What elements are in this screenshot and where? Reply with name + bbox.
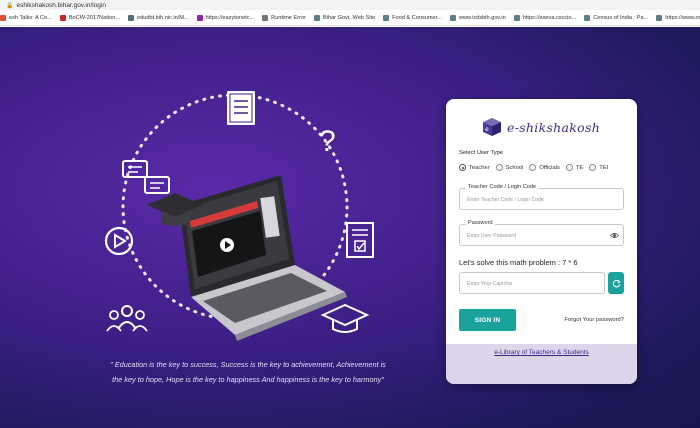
forgot-password-link[interactable]: Forgot Your password? [564,317,624,323]
radio-label: TEI [599,164,609,171]
bookmark-item[interactable]: BoCW-2017Nation... [59,14,121,21]
password-field[interactable]: Password Enter User Password [459,220,624,246]
bookmark-favicon-icon [449,14,456,21]
user-type-label: Select User Type [459,150,504,156]
bookmark-label: Census of India : Pa... [593,14,649,21]
bookmark-item[interactable]: esh Talks: A Co... [0,14,52,21]
bookmark-label: Food & Consumer... [392,14,442,21]
refresh-captcha-button[interactable] [608,272,624,294]
bookmark-favicon-icon [59,14,66,21]
user-type-radio-tei[interactable]: TEI [589,164,608,171]
bookmark-favicon-icon [128,14,135,21]
users-icon [106,305,148,332]
user-type-radio-group: Teacher School Officials TE TEI [459,164,614,171]
bookmark-favicon-icon [513,14,520,21]
user-type-radio-te[interactable]: TE [565,164,584,171]
document-icon [227,91,255,125]
quote-line-2: the key to hope, Hope is the key to happ… [112,375,384,384]
bookmark-favicon-icon [584,14,591,21]
checklist-icon [346,222,374,258]
lock-icon: 🔒 [6,2,14,9]
bookmarks-bar: esh Talks: A Co... BoCW-2017Nation... edud… [0,10,700,26]
bookmark-label: BoCW-2017Nation... [68,14,121,21]
math-captcha-prompt: Let's solve this math problem : 7 * 6 [459,258,578,267]
radio-label: Officials [539,164,560,171]
hero-section: ? " Education is the key to success, Suc… [0,27,700,428]
bookmark-favicon-icon [313,14,320,21]
bookmark-item[interactable]: edudbt.bih.nic.in/M... [128,14,189,21]
library-footer: e-Library of Teachers & Students [446,344,637,384]
e-library-link[interactable]: e-Library of Teachers & Students [494,349,589,356]
radio-button[interactable] [529,164,537,171]
motivational-quote: " Education is the key to success, Succe… [98,357,398,387]
password-placeholder: Enter User Password [467,233,517,239]
bookmark-label: www.icdsbih.gov.in [458,14,506,21]
bookmark-favicon-icon [196,14,203,21]
bookmark-label: https://www.online... [665,14,700,21]
sign-in-button[interactable]: SIGN IN [459,309,516,331]
bookmark-item[interactable]: www.icdsbih.gov.in [449,14,506,21]
captcha-placeholder: Enter Your Captcha [467,281,512,287]
bookmark-label: https://eseva.csccio... [522,14,577,21]
teacher-code-placeholder: Enter Teacher Code / Login Code [467,197,544,203]
password-label: Password [466,220,495,226]
bookmark-favicon-icon [0,14,6,21]
radio-button[interactable] [495,164,503,171]
brand-name: e-shikshakosh [507,119,601,135]
bookmark-item[interactable]: Food & Consumer... [383,14,442,21]
eye-icon[interactable] [610,231,619,240]
radio-label: TE [575,164,584,171]
svg-text:e: e [485,126,489,133]
laptop-education-illustration: ? [104,91,374,341]
bookmark-label: esh Talks: A Co... [9,14,52,21]
bookmark-label: Bihar Govt. Web Site [322,14,376,21]
bookmark-label: https://eazytonetc... [205,14,255,21]
quote-line-1: " Education is the key to success, Succe… [110,360,386,369]
bookmark-item[interactable]: https://eseva.csccio... [513,14,577,21]
bookmark-item[interactable]: Bihar Govt. Web Site [313,14,376,21]
radio-button[interactable] [565,164,573,171]
address-bar[interactable]: 🔒 eshikshakosh.bihar.gov.in/login [0,0,700,10]
radio-button[interactable] [459,164,466,171]
graduation-cap-icon [320,303,370,333]
teacher-code-field[interactable]: Teacher Code / Login Code Enter Teacher … [459,184,624,210]
captcha-input[interactable]: Enter Your Captcha [459,272,605,294]
bookmark-item[interactable]: https://eazytonetc... [196,14,255,21]
refresh-icon [612,279,620,287]
play-icon [104,226,134,256]
bookmark-favicon-icon [262,14,269,21]
url-text: eshikshakosh.bihar.gov.in/login [16,1,106,9]
bookmark-item[interactable]: Runtime Error [262,14,306,21]
login-card: e e-shikshakosh Select User Type Teacher… [446,99,637,384]
question-icon: ? [319,125,336,158]
bookmark-label: Runtime Error [271,14,306,21]
bookmark-favicon-icon [383,14,390,21]
laptop [147,175,347,341]
user-type-radio-teacher[interactable]: Teacher [459,164,490,171]
teacher-code-label: Teacher Code / Login Code [466,184,539,190]
bookmark-item[interactable]: https://www.online... [656,14,700,21]
radio-label: School [505,164,524,171]
bookmark-label: edudbt.bih.nic.in/M... [137,14,189,21]
brand-logo: e e-shikshakosh [480,113,610,141]
user-type-radio-officials[interactable]: Officials [529,164,560,171]
user-type-radio-school[interactable]: School [495,164,524,171]
bookmark-item[interactable]: Census of India : Pa... [584,14,649,21]
radio-label: Teacher [469,164,490,171]
books-cube-icon: e [483,118,501,136]
bookmark-favicon-icon [656,14,663,21]
radio-button[interactable] [589,164,597,171]
